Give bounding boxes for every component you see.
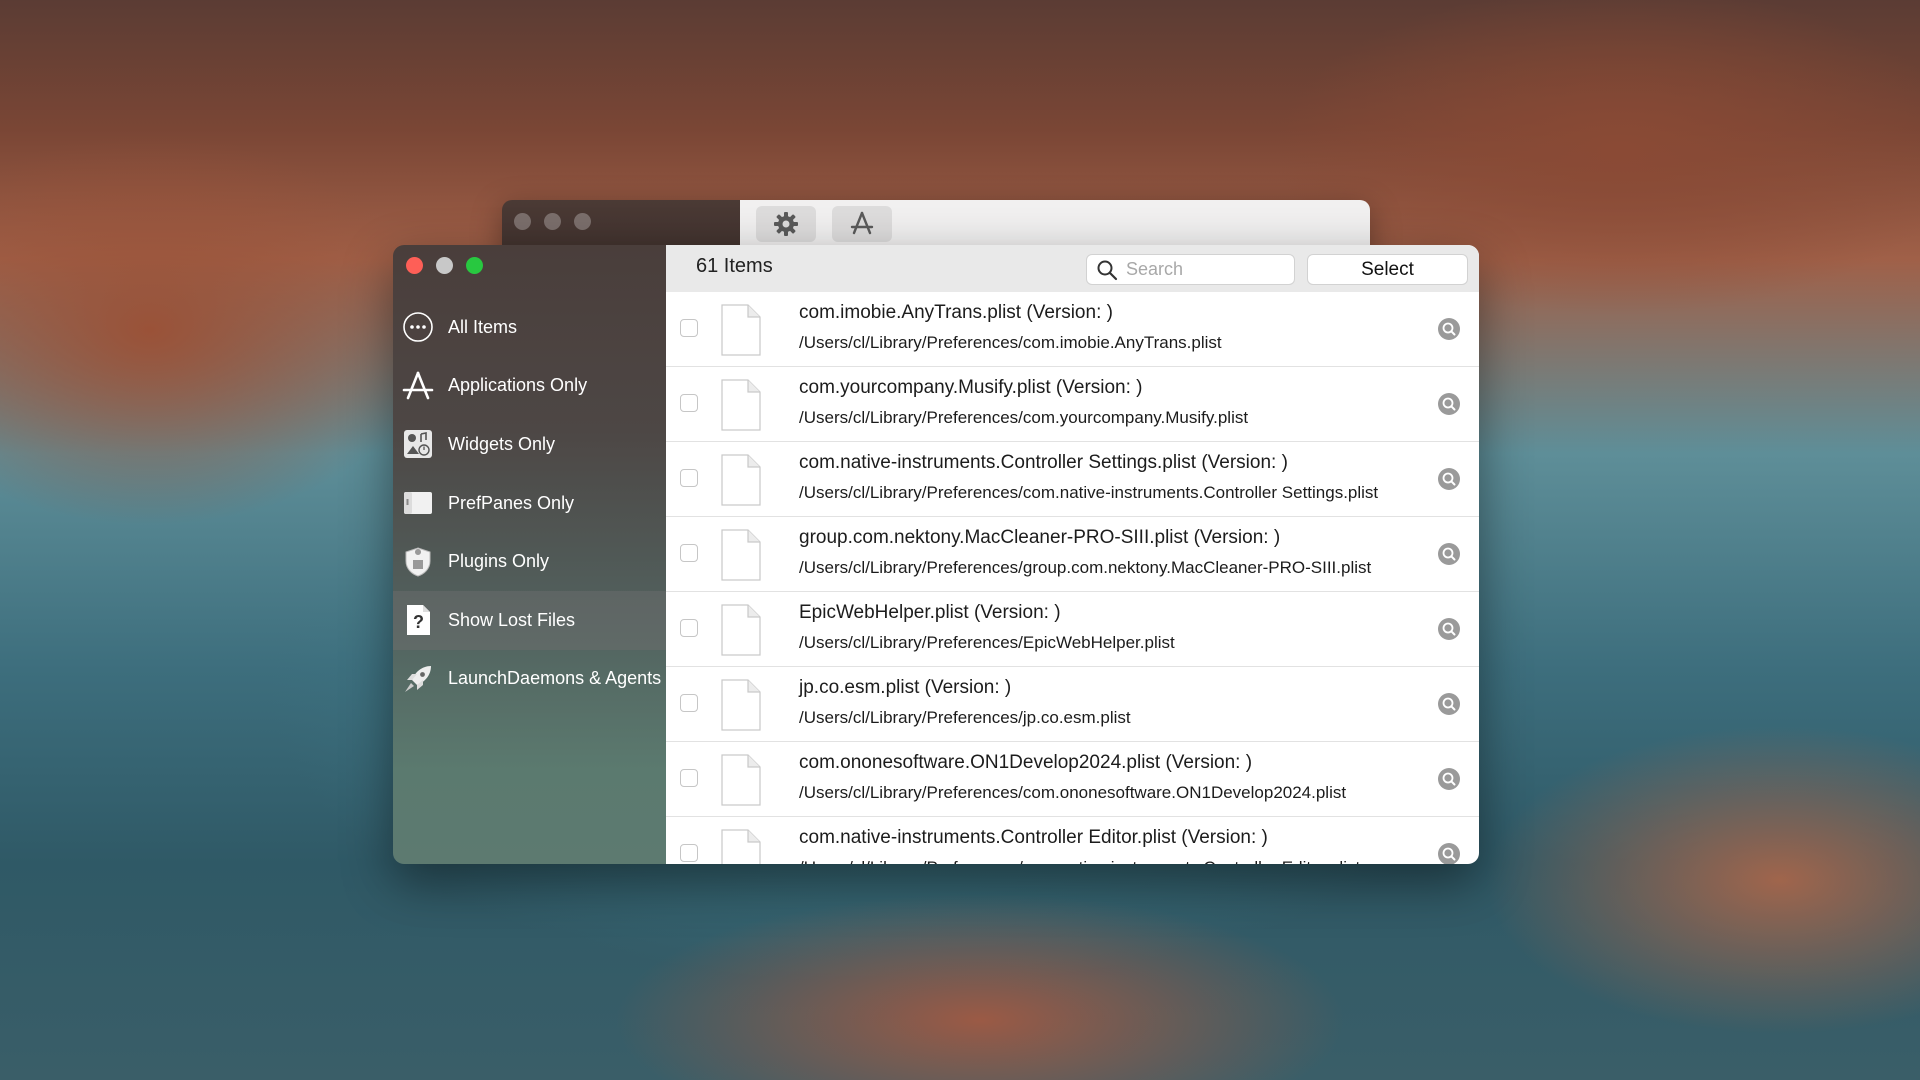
reveal-in-finder-icon[interactable] [1437,617,1461,641]
file-path: /Users/cl/Library/Preferences/com.native… [799,483,1379,502]
sidebar-item-label: Show Lost Files [448,609,576,630]
file-path: /Users/cl/Library/Preferences/jp.co.esm.… [799,708,1131,727]
app-store-icon [850,211,874,235]
sidebar-item-applications-only[interactable]: Applications Only [393,357,666,416]
sidebar: All Items Applications Only Widgets Only Pr… [393,245,666,864]
document-icon [721,529,761,581]
file-path: /Users/cl/Library/Preferences/com.onones… [799,783,1347,802]
reveal-in-finder-icon[interactable] [1437,692,1461,716]
document-icon [721,304,761,356]
file-row[interactable]: jp.co.esm.plist (Version: ) /Users/cl/Lib… [666,667,1479,742]
search-input[interactable] [1124,258,1288,281]
file-path: /Users/cl/Library/Preferences/group.com.… [799,558,1372,577]
file-title: com.native-instruments.Controller Editor… [799,827,1268,848]
file-title: com.yourcompany.Musify.plist (Version: ) [799,377,1143,398]
question-file-icon: ? [401,603,435,637]
list-header: 61 Items Select [666,245,1479,292]
file-row[interactable]: com.ononesoftware.ON1Develop2024.plist (… [666,742,1479,817]
sidebar-item-label: Applications Only [448,375,588,396]
document-icon [721,754,761,806]
file-title: com.native-instruments.Controller Settin… [799,452,1288,473]
select-button[interactable]: Select [1307,254,1468,285]
back-zoom-button[interactable] [574,213,591,230]
svg-text:?: ? [413,612,424,632]
file-row[interactable]: com.native-instruments.Controller Settin… [666,442,1479,517]
sidebar-item-label: PrefPanes Only [448,492,575,513]
file-title: com.ononesoftware.ON1Develop2024.plist (… [799,752,1253,773]
sidebar-item-label: LaunchDaemons & Agents [448,668,662,689]
reveal-in-finder-icon[interactable] [1437,317,1461,341]
file-checkbox[interactable] [680,469,698,487]
back-minimize-button[interactable] [544,213,561,230]
file-title: EpicWebHelper.plist (Version: ) [799,602,1061,623]
file-title: com.imobie.AnyTrans.plist (Version: ) [799,302,1113,323]
close-button[interactable] [406,257,423,274]
file-path: /Users/cl/Library/Preferences/com.yourco… [799,408,1249,427]
sidebar-item-label: Plugins Only [448,551,550,572]
file-list: com.imobie.AnyTrans.plist (Version: ) /Us… [666,292,1479,864]
rocket-icon [401,662,435,696]
file-row[interactable]: com.yourcompany.Musify.plist (Version: )… [666,367,1479,442]
item-count: 61 Items [696,255,773,277]
file-checkbox[interactable] [680,769,698,787]
file-row[interactable]: group.com.nektony.MacCleaner-PRO-SIII.pl… [666,517,1479,592]
sidebar-item-show-lost-files[interactable]: ? Show Lost Files [393,590,666,650]
file-path: /Users/cl/Library/Preferences/EpicWebHel… [799,633,1175,652]
widget-icon [401,427,435,461]
file-title: group.com.nektony.MacCleaner-PRO-SIII.pl… [799,527,1281,548]
file-row[interactable]: com.native-instruments.Controller Editor… [666,817,1479,864]
document-icon [721,379,761,431]
document-icon [721,829,761,864]
zoom-button[interactable] [466,257,483,274]
plugin-shield-icon [401,545,435,579]
file-title: jp.co.esm.plist (Version: ) [799,677,1012,698]
preferences-button[interactable] [756,206,816,242]
sidebar-item-prefpanes-only[interactable]: PrefPanes Only [393,474,666,533]
file-checkbox[interactable] [680,394,698,412]
gear-icon [774,212,798,236]
search-box[interactable] [1086,254,1295,285]
file-path: /Users/cl/Library/Preferences/com.imobie… [799,333,1222,352]
file-checkbox[interactable] [680,544,698,562]
sidebar-nav: All Items Applications Only Widgets Only Pr… [393,298,666,708]
content-pane: 61 Items Select com.imobie.AnyTrans.plis… [666,245,1479,864]
document-icon [721,604,761,656]
document-icon [721,454,761,506]
ellipsis-circle-icon [401,310,435,344]
app-store-icon [401,369,435,403]
prefpane-icon [401,486,435,520]
file-checkbox[interactable] [680,844,698,862]
file-row[interactable]: EpicWebHelper.plist (Version: ) /Users/cl… [666,592,1479,667]
app-window: All Items Applications Only Widgets Only Pr… [393,245,1479,864]
file-path: /Users/cl/Library/Preferences/com.native… [799,858,1360,864]
sidebar-item-label: Widgets Only [448,433,556,454]
file-checkbox[interactable] [680,619,698,637]
sidebar-item-widgets-only[interactable]: Widgets Only [393,415,666,474]
sidebar-item-label: All Items [448,316,518,337]
sidebar-item-launchdaemons-agents[interactable]: LaunchDaemons & Agents [393,650,666,709]
file-checkbox[interactable] [680,694,698,712]
sidebar-item-all-items[interactable]: All Items [393,298,666,357]
window-controls [406,257,483,274]
reveal-in-finder-icon[interactable] [1437,392,1461,416]
back-close-button[interactable] [514,213,531,230]
document-icon [721,679,761,731]
file-row[interactable]: com.imobie.AnyTrans.plist (Version: ) /Us… [666,292,1479,367]
minimize-button[interactable] [436,257,453,274]
file-checkbox[interactable] [680,319,698,337]
sidebar-item-plugins-only[interactable]: Plugins Only [393,532,666,591]
applications-button[interactable] [832,206,892,242]
reveal-in-finder-icon[interactable] [1437,467,1461,491]
search-icon [1097,260,1118,280]
reveal-in-finder-icon[interactable] [1437,842,1461,864]
background-window-controls [514,213,591,230]
reveal-in-finder-icon[interactable] [1437,542,1461,566]
reveal-in-finder-icon[interactable] [1437,767,1461,791]
